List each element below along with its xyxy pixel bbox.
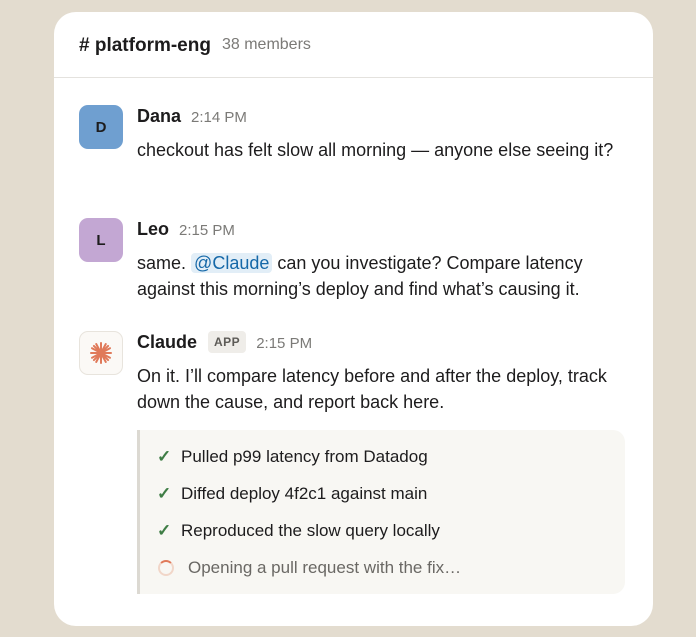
mention-claude[interactable]: @Claude [191, 253, 273, 273]
task-item-in-progress: Opening a pull request with the fix… [157, 549, 625, 586]
author-name[interactable]: Claude [137, 332, 197, 353]
task-item-done: ✓ Reproduced the slow query locally [157, 512, 625, 549]
message-text-part: same. [137, 253, 187, 273]
channel-name: platform-eng [94, 34, 211, 56]
checkmark-icon: ✓ [157, 446, 172, 466]
message-text: checkout has felt slow all morning — any… [137, 140, 614, 160]
task-label: Opening a pull request with the fix… [188, 557, 462, 577]
message-leo: L Leo 2:15 PM same. @Claude can you inve… [79, 218, 629, 302]
message-dana: D Dana 2:14 PM checkout has felt slow al… [79, 105, 629, 163]
channel-hash: # [79, 34, 90, 56]
checkmark-icon: ✓ [157, 483, 172, 503]
member-count[interactable]: 38 members [222, 36, 311, 54]
avatar-dana[interactable]: D [79, 105, 123, 149]
chat-panel: # platform-eng 38 members D Dana 2:14 PM… [54, 12, 653, 626]
task-label: Diffed deploy 4f2c1 against main [181, 483, 428, 503]
task-label: Pulled p99 latency from Datadog [181, 446, 428, 466]
channel-title[interactable]: # platform-eng [79, 35, 211, 57]
message-text: On it. I’ll compare latency before and a… [137, 366, 607, 412]
message-timestamp[interactable]: 2:15 PM [179, 222, 235, 239]
message-timestamp[interactable]: 2:14 PM [191, 109, 247, 126]
message-timestamp[interactable]: 2:15 PM [256, 335, 312, 352]
avatar-claude[interactable] [79, 331, 123, 375]
task-item-done: ✓ Diffed deploy 4f2c1 against main [157, 475, 625, 512]
channel-header: # platform-eng 38 members [54, 12, 653, 78]
author-name[interactable]: Leo [137, 219, 169, 240]
message-claude: Claude APP 2:15 PM On it. I’ll compare l… [79, 331, 629, 594]
app-badge: APP [208, 331, 247, 353]
author-name[interactable]: Dana [137, 106, 181, 127]
task-item-done: ✓ Pulled p99 latency from Datadog [157, 438, 625, 475]
claude-spark-icon [90, 342, 112, 364]
spinner-icon [158, 559, 174, 576]
task-progress-list: ✓ Pulled p99 latency from Datadog ✓ Diff… [137, 430, 625, 594]
task-label: Reproduced the slow query locally [181, 520, 440, 540]
avatar-leo[interactable]: L [79, 218, 123, 262]
message-text: same. @Claude can you investigate? Compa… [137, 250, 629, 302]
checkmark-icon: ✓ [157, 520, 172, 540]
